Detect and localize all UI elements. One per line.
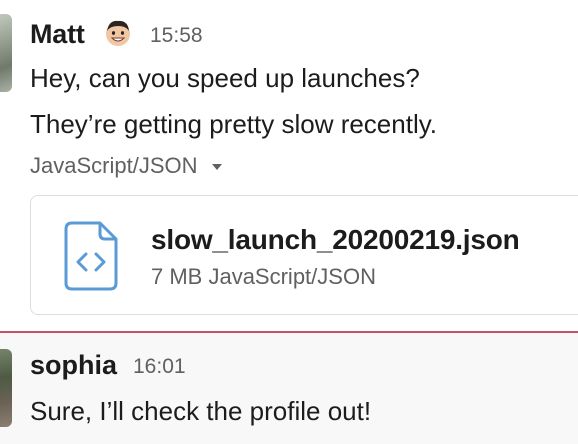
avatar[interactable] <box>0 349 12 427</box>
file-name[interactable]: slow_launch_20200219.json <box>151 222 520 258</box>
message-sophia[interactable]: sophia 16:01 Sure, I’ll check the profil… <box>0 333 578 444</box>
file-attachment-card[interactable]: slow_launch_20200219.json 7 MB JavaScrip… <box>30 195 578 315</box>
sender-name[interactable]: Matt <box>30 16 85 52</box>
attachment-type-label: JavaScript/JSON <box>30 153 198 178</box>
message-text: Hey, can you speed up launches? <box>30 63 420 93</box>
caret-down-icon <box>211 164 222 170</box>
message-text: They’re getting pretty slow recently. <box>30 109 438 139</box>
attachment-collapse-toggle[interactable]: JavaScript/JSON <box>30 150 222 182</box>
status-emoji-icon[interactable] <box>103 18 133 48</box>
message-pane: Matt 15:58 Hey, can you speed up launche… <box>0 0 578 444</box>
message-matt[interactable]: Matt 15:58 Hey, can you speed up launche… <box>0 0 578 331</box>
avatar[interactable] <box>0 14 12 92</box>
message-timestamp[interactable]: 15:58 <box>150 22 203 50</box>
file-meta: 7 MB JavaScript/JSON <box>151 264 376 289</box>
code-file-icon <box>63 220 119 292</box>
message-text: Sure, I’ll check the profile out! <box>30 396 372 426</box>
sender-name[interactable]: sophia <box>30 347 117 383</box>
message-timestamp[interactable]: 16:01 <box>133 353 186 381</box>
